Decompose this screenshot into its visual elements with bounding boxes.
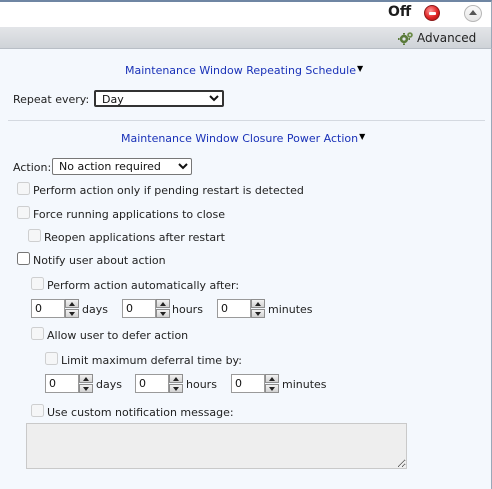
stop-icon[interactable]	[424, 5, 440, 21]
closure-action-heading[interactable]: Maintenance Window Closure Power Action▼	[121, 132, 365, 145]
limit-deferral-checkbox[interactable]	[45, 352, 58, 365]
auto-minutes-input[interactable]: 0	[217, 299, 251, 318]
auto-days-stepper[interactable]: 0	[31, 299, 79, 318]
spin-down-icon[interactable]	[169, 384, 183, 393]
repeat-every-select[interactable]: Day	[94, 90, 224, 107]
closure-action-title: Maintenance Window Closure Power Action	[121, 132, 359, 145]
spin-down-icon[interactable]	[251, 309, 265, 318]
auto-after-checkbox[interactable]	[31, 277, 44, 290]
force-close-label: Force running applications to close	[33, 208, 225, 221]
chevron-up-icon[interactable]	[464, 5, 482, 22]
limit-deferral-label: Limit maximum deferral time by:	[61, 354, 242, 367]
defer-days-stepper[interactable]: 0	[45, 374, 93, 393]
custom-message-label: Use custom notification message:	[47, 406, 234, 419]
defer-minutes-stepper[interactable]: 0	[231, 374, 279, 393]
force-close-checkbox[interactable]	[17, 206, 30, 219]
auto-hours-stepper[interactable]: 0	[122, 299, 170, 318]
section-divider	[8, 120, 485, 121]
gear-icon[interactable]	[398, 31, 414, 45]
defer-hours-input[interactable]: 0	[135, 374, 169, 393]
defer-days-unit: days	[96, 378, 122, 391]
spin-up-icon[interactable]	[65, 299, 79, 308]
spin-down-icon[interactable]	[65, 309, 79, 318]
repeat-every-label: Repeat every:	[13, 93, 90, 106]
auto-minutes-unit: minutes	[268, 303, 313, 316]
auto-days-unit: days	[82, 303, 108, 316]
spin-up-icon[interactable]	[251, 299, 265, 308]
custom-message-textarea[interactable]	[26, 423, 407, 469]
defer-hours-stepper[interactable]: 0	[135, 374, 183, 393]
pending-restart-checkbox[interactable]	[17, 182, 30, 195]
auto-after-label: Perform action automatically after:	[47, 279, 240, 292]
auto-hours-input[interactable]: 0	[122, 299, 156, 318]
spin-up-icon[interactable]	[79, 374, 93, 383]
auto-minutes-stepper[interactable]: 0	[217, 299, 265, 318]
action-select[interactable]: No action required	[52, 158, 192, 175]
spin-down-icon[interactable]	[156, 309, 170, 318]
repeating-schedule-heading[interactable]: Maintenance Window Repeating Schedule▼	[125, 64, 363, 77]
action-label: Action:	[13, 161, 52, 174]
auto-days-input[interactable]: 0	[31, 299, 65, 318]
pending-restart-label: Perform action only if pending restart i…	[33, 184, 304, 197]
defer-minutes-input[interactable]: 0	[231, 374, 265, 393]
reopen-apps-checkbox[interactable]	[28, 229, 41, 242]
spin-up-icon[interactable]	[169, 374, 183, 383]
defer-minutes-unit: minutes	[282, 378, 327, 391]
reopen-apps-label: Reopen applications after restart	[44, 231, 225, 244]
spin-down-icon[interactable]	[265, 384, 279, 393]
defer-days-input[interactable]: 0	[45, 374, 79, 393]
allow-defer-label: Allow user to defer action	[47, 329, 189, 342]
defer-hours-unit: hours	[186, 378, 217, 391]
advanced-button[interactable]: Advanced	[417, 31, 476, 45]
status-label: Off	[388, 4, 412, 20]
notify-user-checkbox[interactable]	[17, 252, 30, 265]
auto-hours-unit: hours	[172, 303, 203, 316]
spin-up-icon[interactable]	[156, 299, 170, 308]
notify-user-label: Notify user about action	[33, 254, 166, 267]
custom-message-checkbox[interactable]	[31, 404, 44, 417]
allow-defer-checkbox[interactable]	[31, 327, 44, 340]
spin-down-icon[interactable]	[79, 384, 93, 393]
repeating-schedule-title: Maintenance Window Repeating Schedule	[125, 64, 356, 77]
dropdown-caret-icon: ▼	[356, 64, 364, 73]
header-bar	[0, 0, 492, 27]
dropdown-caret-icon: ▼	[359, 132, 366, 141]
spin-up-icon[interactable]	[265, 374, 279, 383]
